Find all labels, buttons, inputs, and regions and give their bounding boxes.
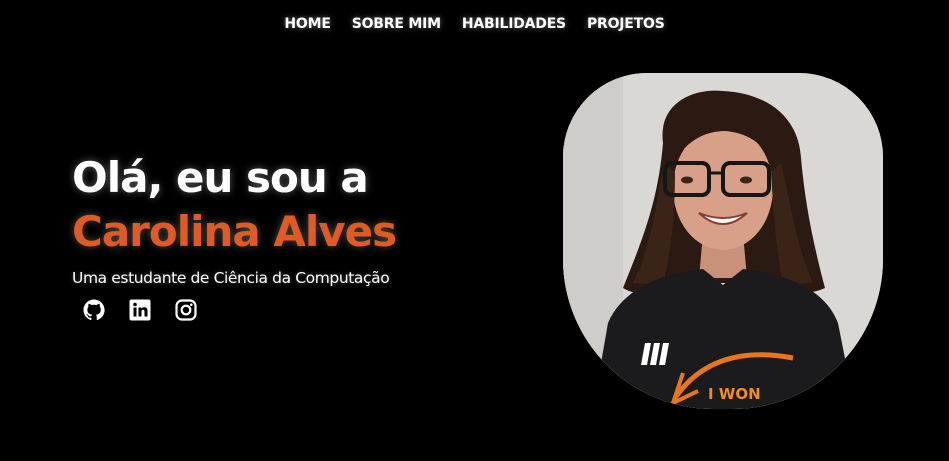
shirt-print-text: I WON xyxy=(708,385,761,403)
hero-intro: Olá, eu sou a Carolina Alves Uma estudan… xyxy=(72,150,512,322)
social-links xyxy=(82,298,512,322)
hero-subtitle: Uma estudante de Ciência da Computação xyxy=(72,269,390,287)
profile-photo: I WON xyxy=(563,73,883,409)
hero-greeting: Olá, eu sou a xyxy=(72,153,369,202)
main-nav: HOME SOBRE MIM HABILIDADES PROJETOS xyxy=(0,14,949,34)
nav-habilidades-link[interactable]: HABILIDADES xyxy=(462,14,566,34)
github-icon[interactable] xyxy=(82,298,106,322)
instagram-icon[interactable] xyxy=(174,298,198,322)
hero-name: Carolina Alves xyxy=(72,207,397,256)
nav-sobre-mim-link[interactable]: SOBRE MIM xyxy=(352,14,441,34)
nav-home-link[interactable]: HOME xyxy=(284,14,331,34)
nav-projetos-link[interactable]: PROJETOS xyxy=(587,14,665,34)
linkedin-icon[interactable] xyxy=(128,298,152,322)
